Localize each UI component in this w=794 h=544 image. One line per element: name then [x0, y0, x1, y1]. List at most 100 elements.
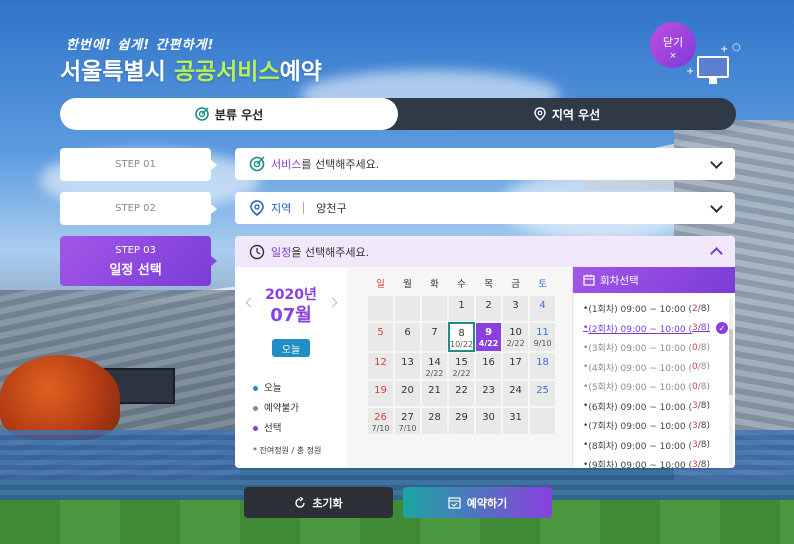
- day-number: 27: [401, 412, 414, 423]
- day-number: 7: [431, 327, 438, 338]
- calendar-day[interactable]: 3: [502, 295, 530, 322]
- sparkle-icon: +: [720, 44, 729, 55]
- calendar-day[interactable]: 12: [367, 352, 394, 380]
- calendar-day[interactable]: 5: [367, 322, 394, 352]
- calendar-day[interactable]: 1: [448, 295, 476, 322]
- check-icon: ✓: [716, 322, 729, 335]
- weekday-label: 화: [430, 279, 439, 290]
- step-2[interactable]: STEP 02: [60, 192, 217, 225]
- weekday-label: 월: [403, 279, 412, 290]
- chevron-down-icon: [710, 155, 723, 169]
- legend-item: 선택: [253, 419, 299, 439]
- schedule-panel: 일정 을 선택해주세요. 2020년 07월 오늘 오늘 예약불가 선택 * 잔여…: [235, 236, 735, 468]
- session-item[interactable]: • (6회차) 09:00 ~ 10:00 (3/8): [583, 397, 735, 417]
- schedule-header[interactable]: 일정 을 선택해주세요.: [235, 236, 735, 267]
- calendar-day[interactable]: 10 2/22: [502, 322, 530, 352]
- step-3[interactable]: STEP 03 일정 선택: [60, 236, 217, 286]
- calendar-day[interactable]: 22: [448, 380, 476, 407]
- calendar-day[interactable]: 29: [448, 407, 476, 435]
- day-capacity: 9/10: [533, 339, 552, 348]
- session-total: /8): [697, 440, 711, 451]
- calendar-day[interactable]: 9 4/22: [475, 322, 503, 352]
- calendar-day[interactable]: 26 7/10: [367, 407, 394, 435]
- scrollbar[interactable]: [729, 299, 733, 465]
- reset-button[interactable]: 초기화: [244, 487, 393, 518]
- day-number: 19: [374, 385, 387, 396]
- session-item[interactable]: • (7회차) 09:00 ~ 10:00 (3/8): [583, 416, 735, 436]
- chevron-up-icon: [710, 247, 723, 260]
- calendar-day[interactable]: 2: [475, 295, 503, 322]
- calendar: 일월화수목금토 1 2 3 4 5 6 7 8 10/22 9 4/22 10 2/22 11 9/10 12…: [347, 267, 572, 468]
- calendar-day[interactable]: 30: [475, 407, 503, 435]
- calendar-day[interactable]: 16: [475, 352, 503, 380]
- calendar-day[interactable]: 4: [529, 295, 557, 322]
- session-item[interactable]: • (9회차) 09:00 ~ 10:00 (3/8): [583, 455, 735, 468]
- legend-dot: [253, 386, 258, 391]
- brand-tail: 예약: [279, 59, 322, 85]
- session-total: /8): [697, 323, 711, 334]
- today-button[interactable]: 오늘: [272, 339, 310, 357]
- brand-logo: 서울특별시 공공서비스예약: [60, 52, 322, 86]
- calendar-week: 12 13 14 2/22 15 2/22 16 17 18: [367, 352, 557, 380]
- calendar-day[interactable]: 17: [502, 352, 530, 380]
- calendar-day[interactable]: 21: [421, 380, 448, 407]
- day-number: 14: [428, 357, 441, 368]
- calendar-day[interactable]: 15 2/22: [448, 352, 476, 380]
- calendar-day[interactable]: 24: [502, 380, 530, 407]
- scrollbar-thumb[interactable]: [729, 329, 733, 395]
- session-item[interactable]: • (2회차) 09:00 ~ 10:00 (3/8) ✓: [583, 319, 735, 339]
- step-label: STEP 03: [115, 244, 156, 256]
- tab-region-first[interactable]: 지역 우선: [398, 98, 736, 130]
- calendar-day[interactable]: 6: [394, 322, 421, 352]
- day-number: 17: [509, 357, 522, 368]
- calendar-week: 1 2 3 4: [367, 295, 557, 322]
- session-item: • (5회차) 09:00 ~ 10:00 (0/8): [583, 377, 735, 397]
- calendar-day[interactable]: 27 7/10: [394, 407, 421, 435]
- calendar-day[interactable]: 20: [394, 380, 421, 407]
- book-button[interactable]: 예약하기: [403, 487, 552, 518]
- calendar-day[interactable]: 23: [475, 380, 503, 407]
- session-time: (4회차) 09:00 ~ 10:00 (: [588, 363, 692, 374]
- legend-item: 예약불가: [253, 399, 299, 419]
- reset-label: 초기화: [312, 496, 343, 510]
- legend-label: 오늘: [264, 383, 282, 394]
- weekday-label: 금: [511, 279, 520, 290]
- session-time: (9회차) 09:00 ~ 10:00 (: [588, 461, 692, 468]
- session-item[interactable]: • (8회차) 09:00 ~ 10:00 (3/8): [583, 436, 735, 456]
- location-pin-icon: [250, 200, 264, 216]
- day-number: 16: [482, 357, 495, 368]
- chevron-down-icon: [710, 199, 723, 213]
- calendar-day[interactable]: 8 10/22: [448, 322, 476, 352]
- calendar-day[interactable]: 7: [421, 322, 448, 352]
- step-title: 일정 선택: [109, 262, 162, 278]
- calendar-day[interactable]: 14 2/22: [421, 352, 448, 380]
- day-capacity: 7/10: [398, 424, 417, 433]
- calendar-day[interactable]: 13: [394, 352, 421, 380]
- day-capacity: 2/22: [425, 369, 444, 378]
- session-title: 회차선택: [600, 274, 639, 287]
- day-number: 29: [455, 412, 468, 423]
- calendar-day[interactable]: 18: [529, 352, 557, 380]
- day-number: 23: [482, 385, 495, 396]
- weekday-label: 수: [457, 279, 466, 290]
- day-capacity: 10/22: [450, 340, 474, 349]
- calendar-day[interactable]: 11 9/10: [529, 322, 557, 352]
- tab-category-first[interactable]: 분류 우선: [60, 98, 398, 130]
- weekday-label: 일: [376, 279, 385, 290]
- calendar-day[interactable]: 19: [367, 380, 394, 407]
- region-select[interactable]: 지역 양천구: [235, 192, 735, 224]
- calendar-day[interactable]: 25: [529, 380, 557, 407]
- service-select[interactable]: 서비스를 선택해주세요.: [235, 148, 735, 180]
- session-item[interactable]: • (1회차) 09:00 ~ 10:00 (2/8): [583, 299, 735, 319]
- day-capacity: 7/10: [371, 424, 390, 433]
- session-time: (8회차) 09:00 ~ 10:00 (: [588, 441, 692, 452]
- session-total: /8): [697, 401, 711, 412]
- step-1[interactable]: STEP 01: [60, 148, 217, 181]
- close-button[interactable]: 닫기 ×: [650, 22, 696, 68]
- calendar-day[interactable]: 28: [421, 407, 448, 435]
- calendar-day[interactable]: 31: [502, 407, 530, 435]
- sparkle-icon: ○: [732, 42, 741, 53]
- day-capacity: 4/22: [478, 339, 499, 348]
- session-total: /8): [697, 420, 711, 431]
- close-label: 닫기: [662, 36, 684, 49]
